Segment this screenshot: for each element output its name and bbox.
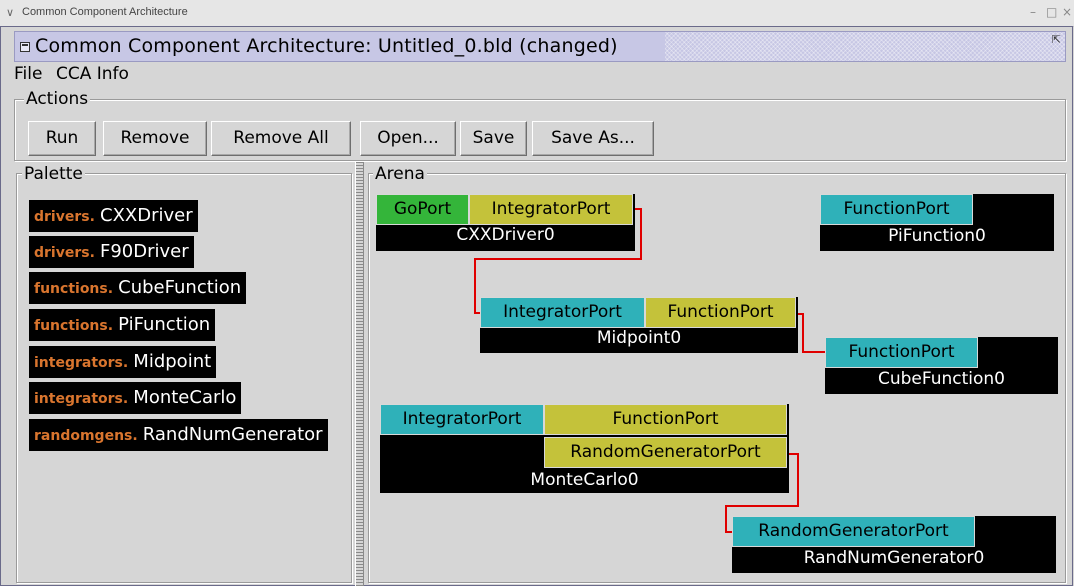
go-port[interactable]: GoPort [376,194,469,225]
component-name: RandNumGenerator0 [803,548,985,568]
palette-item-name: F90Driver [100,241,189,262]
palette-item-name: RandNumGenerator [142,424,323,445]
component-name: PiFunction0 [888,226,986,246]
component-name: CXXDriver0 [456,225,555,245]
outer-titlebar: ∨ Common Component Architecture – □ × [0,0,1074,27]
palette-item-package: functions. [34,318,114,334]
component-name: CubeFunction0 [877,369,1006,389]
remove-all-button[interactable]: Remove All [211,121,351,156]
palette-item-package: functions. [34,281,114,297]
integrator-port-provides[interactable]: IntegratorPort [380,404,544,435]
window-menu-icon[interactable]: ∨ [6,6,14,19]
palette-item-package: drivers. [34,209,95,225]
minimize-icon[interactable]: – [1030,5,1036,19]
outer-window-title: Common Component Architecture [22,6,188,18]
component-pifunction0[interactable]: FunctionPort PiFunction0 [820,194,1054,251]
maximize-icon[interactable]: □ [1046,5,1057,19]
component-name: MonteCarlo0 [530,470,639,490]
menu-cca-info[interactable]: CCA Info [56,64,129,84]
palette-item-cubefunction[interactable]: functions. CubeFunction [29,272,247,304]
iconify-icon[interactable]: ⇱ [1052,33,1061,46]
split-pane-divider[interactable] [355,162,364,586]
palette-item-randnumgenerator[interactable]: randomgens. RandNumGenerator [29,419,328,451]
function-port-provides[interactable]: FunctionPort [825,337,978,368]
palette-item-package: drivers. [34,245,95,261]
menu-file[interactable]: File [14,64,42,84]
save-button[interactable]: Save [460,121,527,156]
actions-label: Actions [24,89,91,109]
integrator-port-uses[interactable]: IntegratorPort [469,194,633,225]
window-title: Common Component Architecture: Untitled_… [35,35,618,57]
save-as-button[interactable]: Save As... [532,121,654,156]
palette-item-name: MonteCarlo [133,387,237,408]
palette-item-package: integrators. [34,355,129,371]
component-cubefunction0[interactable]: FunctionPort CubeFunction0 [825,337,1058,394]
open-button[interactable]: Open... [360,121,456,156]
palette-item-name: Midpoint [133,351,212,372]
function-port-uses[interactable]: FunctionPort [645,297,796,328]
function-port-provides[interactable]: FunctionPort [820,194,973,225]
run-button[interactable]: Run [28,121,96,156]
close-icon[interactable]: × [1062,5,1072,19]
palette-label: Palette [22,164,85,184]
palette-item-package: randomgens. [34,428,138,444]
palette-item-cxxdriver[interactable]: drivers. CXXDriver [29,200,198,232]
palette-item-midpoint[interactable]: integrators. Midpoint [29,346,217,378]
window-box-icon[interactable] [20,42,30,52]
palette-item-name: CubeFunction [118,277,242,298]
random-generator-port-provides[interactable]: RandomGeneratorPort [732,516,975,547]
palette-item-name: CXXDriver [100,205,193,226]
palette-item-f90driver[interactable]: drivers. F90Driver [29,236,194,268]
random-generator-port-uses[interactable]: RandomGeneratorPort [544,437,787,468]
arena-label: Arena [373,164,427,184]
component-randnumgenerator0[interactable]: RandomGeneratorPort RandNumGenerator0 [732,516,1056,573]
component-montecarlo0[interactable]: IntegratorPort FunctionPort RandomGenera… [380,404,789,493]
palette-item-montecarlo[interactable]: integrators. MonteCarlo [29,382,242,414]
function-port-uses[interactable]: FunctionPort [544,404,787,435]
palette-item-pifunction[interactable]: functions. PiFunction [29,309,216,341]
internal-frame-titlebar[interactable]: Common Component Architecture: Untitled_… [14,31,1066,62]
palette-item-package: integrators. [34,391,129,407]
palette-item-name: PiFunction [118,314,211,335]
component-name: Midpoint0 [596,328,682,348]
remove-button[interactable]: Remove [103,121,207,156]
integrator-port-provides[interactable]: IntegratorPort [480,297,645,328]
component-cxxdriver0[interactable]: GoPort IntegratorPort CXXDriver0 [376,194,635,251]
component-midpoint0[interactable]: IntegratorPort FunctionPort Midpoint0 [480,297,798,353]
